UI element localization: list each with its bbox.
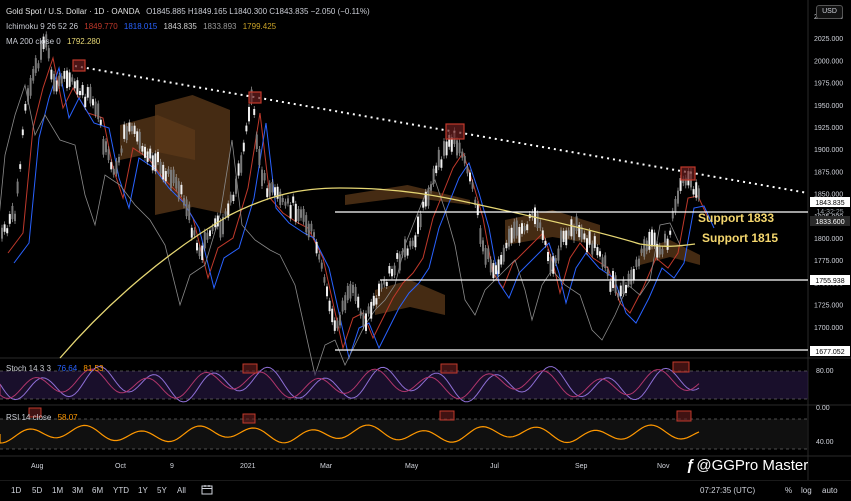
- timeframe-1d[interactable]: 1D: [11, 486, 21, 495]
- rsi-label: RSI 14 close: [6, 413, 52, 422]
- ichimoku-value: 1843.835: [163, 22, 197, 31]
- currency-button[interactable]: USD: [816, 5, 843, 19]
- time-tick: Sep: [575, 463, 588, 470]
- timeframe-1y[interactable]: 1Y: [138, 486, 148, 495]
- date-range-icon[interactable]: [201, 484, 215, 496]
- timeframe-all[interactable]: All: [177, 486, 186, 495]
- level-tag-1833: 1833.600: [815, 219, 844, 226]
- support-1833-label: Support 1833: [698, 211, 774, 225]
- peak-marker: [72, 59, 86, 72]
- chart-canvas[interactable]: Support 1833 Support 1815 2050.0002025.0…: [0, 0, 851, 500]
- time-tick: 2021: [240, 463, 256, 470]
- time-tick: Oct: [115, 463, 126, 470]
- time-tick: Jul: [490, 463, 499, 470]
- watermark: ƒ @GGPro Master: [686, 457, 808, 474]
- time-tick: Aug: [31, 463, 44, 470]
- stoch-d-value: 81.53: [83, 364, 104, 373]
- timeframe-6m[interactable]: 6M: [92, 486, 103, 495]
- price-tick: 1775.000: [814, 258, 843, 265]
- current-price-tag: 1843.835: [815, 200, 844, 207]
- ichimoku-label: Ichimoku 9 26 52 26: [6, 22, 79, 31]
- ohlc-values: O1845.885 H1849.165 L1840.300 C1843.835 …: [146, 7, 370, 16]
- timeframe-3m[interactable]: 3M: [72, 486, 83, 495]
- rsi-legend[interactable]: RSI 14 close 58.07: [6, 413, 82, 422]
- time-tick: Mar: [320, 463, 333, 470]
- auto-toggle[interactable]: auto: [822, 486, 838, 495]
- stoch-marker: [440, 363, 458, 374]
- price-tick: 1875.000: [814, 169, 843, 176]
- price-tick: 1725.000: [814, 303, 843, 310]
- symbol-title: Gold Spot / U.S. Dollar · 1D · OANDA: [6, 7, 140, 16]
- ichimoku-legend[interactable]: Ichimoku 9 26 52 26 1849.770 1818.015 18…: [6, 22, 280, 31]
- ichimoku-value: 1833.893: [203, 22, 237, 31]
- price-tick: 1900.000: [814, 147, 843, 154]
- time-tick: May: [405, 463, 419, 470]
- price-tick: 1950.000: [814, 103, 843, 110]
- percent-toggle[interactable]: %: [785, 486, 792, 495]
- stoch-label: Stoch 14 3 3: [6, 364, 51, 373]
- timeframe-ytd[interactable]: YTD: [113, 486, 129, 495]
- peak-marker: [445, 123, 465, 140]
- time-tick: 9: [170, 463, 174, 470]
- stoch-marker: [242, 363, 258, 374]
- price-tick: 1700.000: [814, 325, 843, 332]
- price-tick: 2025.000: [814, 36, 843, 43]
- ichimoku-value: 1818.015: [123, 22, 158, 31]
- rsi-marker: [676, 410, 692, 422]
- price-tick: 1975.000: [814, 81, 843, 88]
- ma-legend[interactable]: MA 200 close 0 1792.280: [6, 37, 104, 46]
- stoch-marker: [672, 361, 690, 373]
- stoch-tick: 0.00: [816, 405, 830, 412]
- log-toggle[interactable]: log: [801, 486, 812, 495]
- countdown-tag: 14:32:25: [816, 209, 843, 216]
- support-1815-label: Support 1815: [702, 231, 778, 245]
- rsi-marker: [242, 413, 256, 424]
- stoch-tick: 80.00: [816, 368, 834, 375]
- symbol-legend[interactable]: Gold Spot / U.S. Dollar · 1D · OANDA O18…: [6, 7, 374, 16]
- ma-label: MA 200 close 0: [6, 37, 61, 46]
- peak-marker: [680, 166, 696, 181]
- clock[interactable]: 07:27:35 (UTC): [700, 486, 755, 495]
- watermark-text: @GGPro Master: [696, 457, 809, 474]
- level-tag-1677: 1677.052: [815, 349, 844, 356]
- bottom-toolbar: 1D 5D 1M 3M 6M YTD 1Y 5Y All 07:27:35 (U…: [0, 480, 851, 501]
- rsi-tick: 40.00: [816, 439, 834, 446]
- rsi-band: [0, 419, 808, 449]
- stoch-band: [0, 371, 808, 399]
- ma-value: 1792.280: [66, 37, 101, 46]
- price-tick: 2000.000: [814, 58, 843, 65]
- f-logo-icon: ƒ: [686, 457, 695, 474]
- peak-marker: [248, 91, 262, 104]
- price-tick: 1800.000: [814, 236, 843, 243]
- timeframe-5y[interactable]: 5Y: [157, 486, 167, 495]
- ichimoku-value: 1849.770: [84, 22, 118, 31]
- rsi-marker: [439, 410, 455, 421]
- ichimoku-value: 1799.425: [242, 22, 277, 31]
- rsi-value: 58.07: [57, 413, 78, 422]
- price-tick: 1925.000: [814, 125, 843, 132]
- time-tick: Nov: [657, 463, 670, 470]
- stoch-legend[interactable]: Stoch 14 3 3 76.64 81.53: [6, 364, 107, 373]
- level-tag-1755: 1755.938: [815, 278, 844, 285]
- stoch-k-value: 76.64: [57, 364, 78, 373]
- timeframe-1m[interactable]: 1M: [52, 486, 63, 495]
- timeframe-5d[interactable]: 5D: [32, 486, 42, 495]
